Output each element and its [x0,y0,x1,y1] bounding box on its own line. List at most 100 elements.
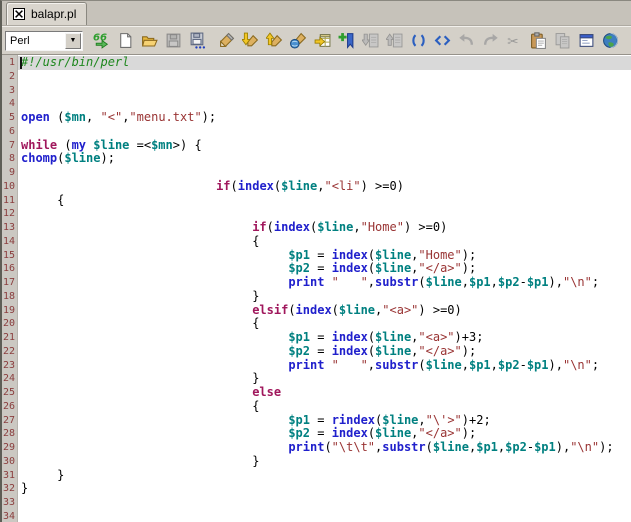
code-line-23: print " ",substr($line,$p1,$p2-$p1),"\n"… [288,357,600,372]
code-line-26: { [252,398,260,413]
paste-button[interactable] [527,29,549,53]
web-pen-button[interactable] [287,29,309,53]
svg-text:✂: ✂ [507,34,519,49]
code-line-14: { [252,233,260,248]
line-number: 5 [8,112,15,123]
toolbar: Perl ▼ 66 ✂ [2,26,631,55]
svg-text:66: 66 [93,33,107,44]
line-number: 23 [2,359,15,371]
dropdown-arrow-icon[interactable]: ▼ [65,32,81,49]
code-line-10: if(index($line,"<li") >=0) [216,178,404,193]
code-line-21: $p1 = index($line,"<a>")+3; [288,330,484,344]
line-number: 33 [2,497,15,508]
editor-window: balapr.pl Perl ▼ 66 ✂ 1 2 3 4 5 6 7 8 9 10 11 12 13 14… [0,0,631,522]
line-number: 25 [2,387,15,398]
language-selector[interactable]: Perl ▼ [5,30,83,51]
upload-pen-button[interactable] [263,29,285,53]
line-number: 6 [8,125,15,137]
globe-button[interactable] [599,29,621,53]
line-number: 7 [8,139,15,151]
line-number-gutter: 1 2 3 4 5 6 7 8 9 10 11 12 13 14 15 16 17 18 19 20 21 22 23 24 2… [2,55,18,522]
edit-pen-button[interactable] [215,29,237,53]
code-line-24: } [252,371,260,386]
line-number: 26 [2,400,15,412]
line-number: 9 [8,167,15,178]
open-file-icon [141,32,158,49]
line-number: 27 [2,414,15,426]
tab-label: balapr.pl [31,7,77,21]
match-tags-icon [434,32,451,49]
code-line-8: chomp($line); [21,151,115,166]
download-pen-button[interactable] [239,29,261,53]
copy-button [551,29,573,53]
code-line-20: { [252,316,260,331]
line-number: 11 [2,194,15,206]
match-parentheses-button[interactable] [407,29,429,53]
line-number: 30 [2,455,15,467]
insert-table-button[interactable] [311,29,333,53]
line-number: 31 [2,469,15,481]
code-line-16: $p2 = index($line,"</a>"); [288,261,477,276]
web-pen-icon [289,32,307,49]
line-number: 14 [2,235,15,247]
code-line-18: } [252,288,260,303]
code-line-28: $p2 = index($line,"</a>"); [288,426,477,441]
code-line-5: open ($mn, "<","menu.txt"); [21,110,217,124]
cut-icon: ✂ [506,32,523,49]
line-number: 28 [2,428,15,440]
code-line-29: print("\t\t",substr($line,$p1,$p2-$p1),"… [288,440,614,454]
download-pen-icon [241,32,259,49]
save-as-button[interactable] [186,29,208,53]
upload-pen-icon [265,32,283,49]
line-number: 13 [2,222,15,233]
line-number: 34 [2,510,15,522]
code-line-1: #!/usr/bin/perl [18,55,631,70]
open-file-button[interactable] [138,29,160,53]
match-tags-button[interactable] [431,29,453,53]
tab-balapr-pl[interactable]: balapr.pl [6,2,88,25]
edit-pen-icon [218,32,235,49]
new-file-icon [117,32,134,49]
paste-icon [530,32,547,49]
cut-button: ✂ [503,29,525,53]
line-number: 3 [8,84,15,96]
code-area[interactable]: #!/usr/bin/perl open ($mn, "<","menu.txt"… [18,55,631,522]
next-bookmark-icon [385,32,403,49]
window-form-button[interactable] [575,29,597,53]
line-number: 17 [2,277,15,288]
code-line-7: while (my $line =<$mn>) { [21,137,202,152]
code-line-30: } [252,453,260,468]
copy-icon [554,32,571,49]
code-line-27: $p1 = rindex($line,"\'>")+2; [288,412,491,427]
syntax-check-button[interactable]: 66 [90,29,112,53]
line-number: 32 [2,483,15,495]
line-number: 2 [8,70,15,82]
code-line-13: if(index($line,"Home") >=0) [252,220,448,234]
code-line-15: $p1 = index($line,"Home"); [288,247,477,262]
boxed-x-icon [13,8,25,20]
line-number: 16 [2,263,15,275]
line-number: 15 [2,249,15,261]
insert-table-icon [314,32,331,49]
line-number: 18 [2,290,15,302]
code-editor[interactable]: 1 2 3 4 5 6 7 8 9 10 11 12 13 14 15 16 17 18 19 20 21 22 23 24 2… [2,55,631,522]
code-line-32: } [21,481,29,496]
code-line-22: $p2 = index($line,"</a>"); [288,343,477,358]
code-line-11: { [57,192,65,207]
tab-bar: balapr.pl [2,1,631,26]
line-number: 29 [2,442,15,453]
code-line-17: print " ",substr($line,$p1,$p2-$p1),"\n"… [288,275,600,289]
code-line-19: elsif(index($line,"<a>") >=0) [252,302,462,317]
next-bookmark-button [383,29,405,53]
save-as-icon [189,32,206,49]
new-file-button[interactable] [114,29,136,53]
add-bookmark-button[interactable] [335,29,357,53]
line-number: 24 [2,373,15,385]
line-number: 20 [2,318,15,330]
